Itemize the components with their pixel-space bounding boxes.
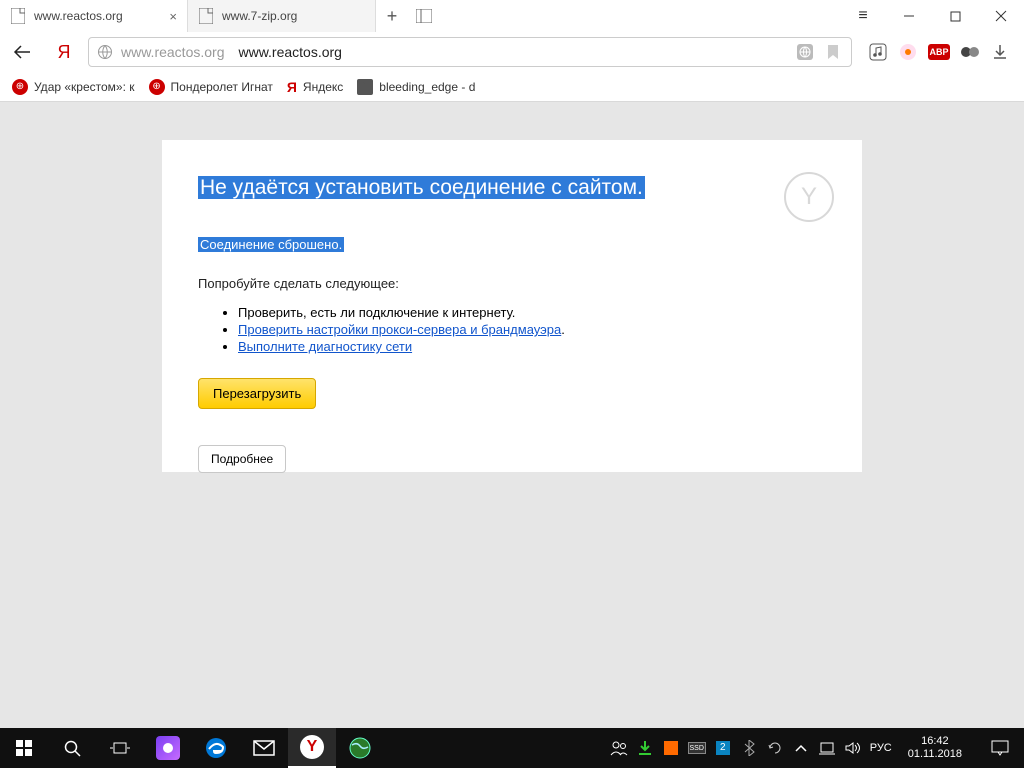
tray-sync-icon[interactable]	[766, 739, 784, 757]
bookmark-item[interactable]: ⊕ Пондеролет Игнат	[149, 79, 273, 95]
favicon-icon: ⊕	[12, 79, 28, 95]
toolbar: Я www.reactos.org www.reactos.org ABP	[0, 32, 1024, 72]
yandex-icon: Я	[287, 79, 297, 95]
list-item: Проверить настройки прокси-сервера и бра…	[238, 322, 826, 337]
downloads-icon[interactable]	[990, 42, 1010, 62]
error-subtitle: Соединение сброшено.	[198, 237, 344, 252]
task-view-button[interactable]	[96, 728, 144, 768]
taskbar-app-edge[interactable]	[192, 728, 240, 768]
favicon-icon: ⊕	[149, 79, 165, 95]
tray-chevron-up-icon[interactable]	[792, 739, 810, 757]
tab-reactos[interactable]: www.reactos.org ×	[0, 0, 188, 32]
close-icon[interactable]: ×	[169, 9, 177, 24]
bookmark-icon[interactable]	[823, 42, 843, 62]
bookmark-label: Пондеролет Игнат	[171, 80, 273, 94]
maximize-button[interactable]	[932, 0, 978, 32]
tray-ssd-icon[interactable]: SSD	[688, 739, 706, 757]
titlebar: www.reactos.org × www.7-zip.org + ≡	[0, 0, 1024, 32]
bookmark-label: Яндекс	[303, 80, 343, 94]
bookmark-item[interactable]: bleeding_edge - d	[357, 79, 475, 95]
page-icon	[10, 8, 26, 24]
proxy-settings-link[interactable]: Проверить настройки прокси-сервера и бра…	[238, 322, 561, 337]
site-security-icon[interactable]	[97, 44, 113, 60]
extension-icon[interactable]	[960, 42, 980, 62]
error-title: Не удаётся установить соединение с сайто…	[198, 176, 645, 199]
error-try-label: Попробуйте сделать следующее:	[198, 276, 826, 291]
list-item: Проверить, есть ли подключение к интерне…	[238, 305, 826, 320]
tray-language[interactable]: РУС	[870, 739, 892, 757]
tray-clock[interactable]: 16:42 01.11.2018	[900, 735, 970, 761]
tray-volume-icon[interactable]	[844, 739, 862, 757]
folder-icon	[357, 79, 373, 95]
window-controls: ≡	[840, 0, 1024, 32]
taskbar-app-yandex-browser[interactable]: Y	[288, 728, 336, 768]
close-button[interactable]	[978, 0, 1024, 32]
new-tab-button[interactable]: +	[376, 0, 408, 32]
page-viewport: Y Не удаётся установить соединение с сай…	[0, 102, 1024, 728]
adblock-icon[interactable]: ABP	[928, 44, 950, 60]
action-center-button[interactable]	[978, 728, 1022, 768]
bookmarks-bar: ⊕ Удар «крестом»: к ⊕ Пондеролет Игнат Я…	[0, 72, 1024, 102]
tab-panel-button[interactable]	[408, 0, 440, 32]
system-tray: SSD 2 РУС 16:42 01.11.2018	[610, 728, 1024, 768]
address-bar[interactable]: www.reactos.org www.reactos.org	[88, 37, 852, 67]
taskbar-app-alice[interactable]	[144, 728, 192, 768]
extensions: ABP	[858, 42, 1020, 62]
music-icon[interactable]	[868, 42, 888, 62]
taskbar: Y SSD 2 РУС 16:42 01.11.2018	[0, 728, 1024, 768]
tab-title: www.reactos.org	[34, 9, 161, 23]
taskbar-app-mail[interactable]	[240, 728, 288, 768]
tray-network-icon[interactable]	[818, 739, 836, 757]
tab-7zip[interactable]: www.7-zip.org	[188, 0, 376, 32]
tray-2-icon[interactable]: 2	[714, 739, 732, 757]
yandex-browser-logo-icon: Y	[784, 172, 834, 222]
address-text: www.reactos.org	[238, 44, 341, 60]
back-button[interactable]	[4, 36, 40, 68]
tab-title: www.7-zip.org	[222, 9, 365, 23]
error-suggestions: Проверить, есть ли подключение к интерне…	[198, 305, 826, 354]
tray-bt-icon[interactable]	[740, 739, 758, 757]
yandex-logo-icon[interactable]: Я	[46, 36, 82, 68]
network-diag-link[interactable]: Выполните диагностику сети	[238, 339, 412, 354]
minimize-button[interactable]	[886, 0, 932, 32]
clock-date: 01.11.2018	[908, 748, 962, 761]
bookmark-label: bleeding_edge - d	[379, 80, 475, 94]
hamburger-icon[interactable]: ≡	[840, 0, 886, 32]
page-icon	[198, 8, 214, 24]
bookmark-item[interactable]: ⊕ Удар «крестом»: к	[12, 79, 135, 95]
tray-download-icon[interactable]	[636, 739, 654, 757]
bookmark-item[interactable]: Я Яндекс	[287, 79, 343, 95]
start-button[interactable]	[0, 728, 48, 768]
bookmark-label: Удар «крестом»: к	[34, 80, 135, 94]
reload-button[interactable]: Перезагрузить	[198, 378, 316, 409]
translate-icon[interactable]	[795, 42, 815, 62]
radio-icon[interactable]	[898, 42, 918, 62]
address-text-grey: www.reactos.org	[121, 44, 224, 60]
tray-app-icon[interactable]	[662, 739, 680, 757]
list-item: Выполните диагностику сети	[238, 339, 826, 354]
details-button[interactable]: Подробнее	[198, 445, 286, 473]
error-card: Y Не удаётся установить соединение с сай…	[162, 140, 862, 472]
clock-time: 16:42	[908, 735, 962, 748]
search-button[interactable]	[48, 728, 96, 768]
taskbar-app-globe[interactable]	[336, 728, 384, 768]
people-icon[interactable]	[610, 739, 628, 757]
